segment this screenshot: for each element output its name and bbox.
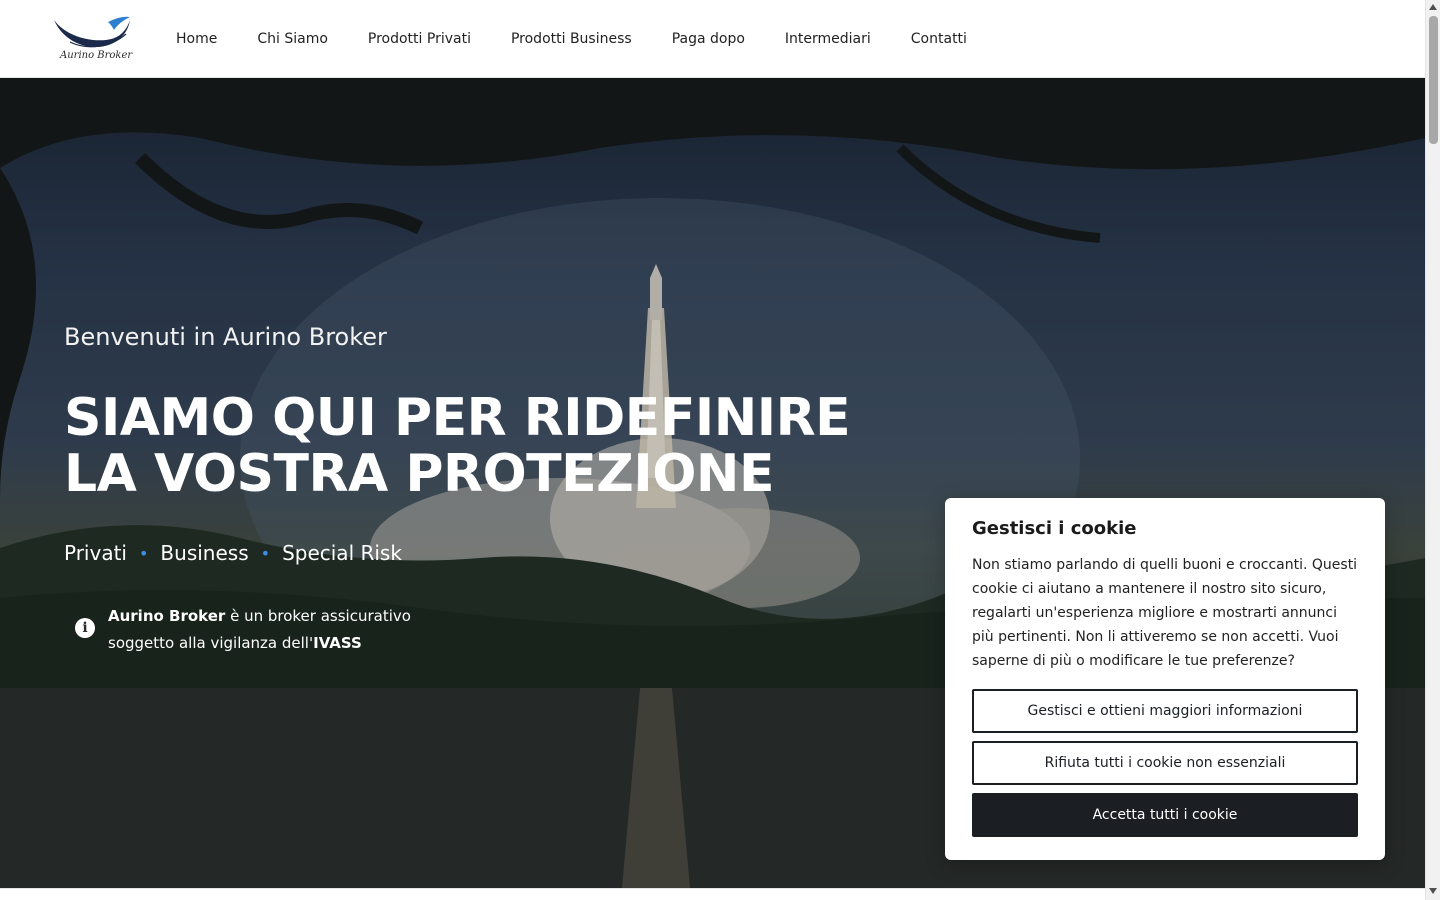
site-header: Aurino Broker Home Chi Siamo Prodotti Pr… [0,0,1425,78]
notice-authority: IVASS [313,634,362,652]
notice-text: Aurino Broker è un broker assicurativo s… [108,603,428,657]
cookie-dialog: Gestisci i cookie Non stiamo parlando di… [945,498,1385,860]
manage-cookies-button[interactable]: Gestisci e ottieni maggiori informazioni [972,689,1358,733]
notice-brand: Aurino Broker [108,607,226,625]
page-bottom-edge [0,888,1425,900]
wave-logo-icon [54,16,130,48]
brand-logo[interactable]: Aurino Broker [50,12,134,66]
scroll-up-icon[interactable] [1429,4,1437,10]
cookie-body: Non stiamo parlando di quelli buoni e cr… [972,557,1358,669]
nav-item-home[interactable]: Home [176,31,217,47]
hero-welcome: Benvenuti in Aurino Broker [64,323,387,351]
segment-business: Business [160,541,249,565]
reject-cookies-button[interactable]: Rifiuta tutti i cookie non essenziali [972,741,1358,785]
scroll-down-icon[interactable] [1429,888,1437,894]
scroll-thumb[interactable] [1429,16,1438,144]
page-scrollbar[interactable] [1425,0,1440,900]
nav-item-prodotti-business[interactable]: Prodotti Business [511,31,632,47]
nav-item-contatti[interactable]: Contatti [911,31,967,47]
segment-dot: • [260,543,271,563]
nav-item-paga-dopo[interactable]: Paga dopo [672,31,745,47]
ivass-notice: i Aurino Broker è un broker assicurativo… [75,603,428,657]
hero-segments: Privati • Business • Special Risk [64,541,402,565]
info-icon: i [75,618,95,638]
main-nav: Home Chi Siamo Prodotti Privati Prodotti… [176,0,1007,78]
nav-item-intermediari[interactable]: Intermediari [785,31,871,47]
segment-dot: • [138,543,149,563]
hero-headline: SIAMO QUI PER RIDEFINIRE LA VOSTRA PROTE… [64,388,851,504]
logo-wordmark: Aurino Broker [60,50,133,61]
segment-privati: Privati [64,541,127,565]
segment-special-risk: Special Risk [282,541,402,565]
cookie-title: Gestisci i cookie [972,518,1137,539]
nav-item-chi-siamo[interactable]: Chi Siamo [257,31,328,47]
accept-cookies-button[interactable]: Accetta tutti i cookie [972,793,1358,837]
nav-item-prodotti-privati[interactable]: Prodotti Privati [368,31,471,47]
